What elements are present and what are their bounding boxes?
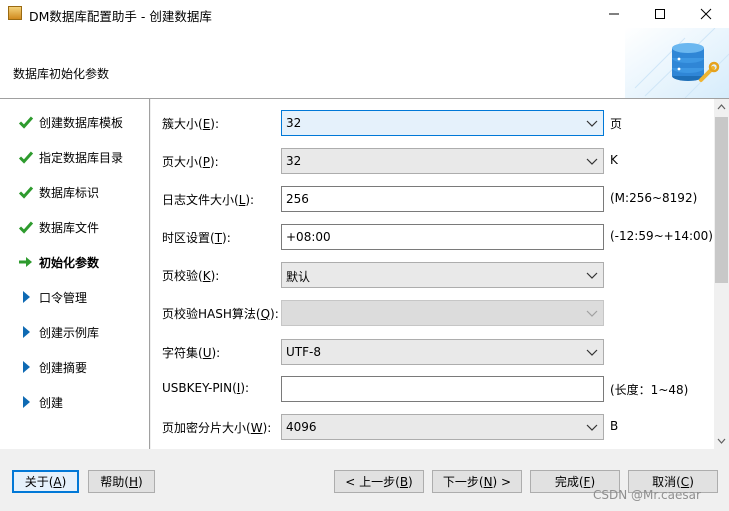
- step-label: 指定数据库目录: [39, 151, 124, 165]
- wizard-steps: 创建数据库模板 指定数据库目录 数据库标识 数据库文件 初始化参数 口令管理 创…: [0, 99, 150, 449]
- wizard-header: 数据库初始化参数: [0, 28, 729, 99]
- time-zone-label: 时区设置(T):: [162, 231, 231, 245]
- page-encrypt-slice-unit: B: [610, 419, 619, 433]
- step-label: 创建示例库: [39, 326, 100, 340]
- chevron-down-icon: [586, 120, 598, 127]
- usbkey-pin-input[interactable]: [281, 376, 604, 402]
- step-label: 创建数据库模板: [39, 116, 124, 130]
- chevron-down-icon: [586, 272, 598, 279]
- triangle-right-icon: [18, 359, 34, 375]
- row-charset: 字符集(U): UTF-8: [151, 339, 714, 365]
- page-encrypt-slice-label: 页加密分片大小(W):: [162, 421, 272, 435]
- help-button[interactable]: 帮助(H): [88, 470, 155, 493]
- row-page-check-hash: 页校验HASH算法(Q):: [151, 300, 714, 326]
- check-icon: [18, 219, 34, 235]
- step-label: 创建摘要: [39, 361, 88, 375]
- step-db-directory: 指定数据库目录: [0, 144, 149, 168]
- step-label: 数据库文件: [39, 221, 100, 235]
- arrow-right-icon: [18, 254, 34, 270]
- cluster-size-label: 簇大小(E):: [162, 117, 220, 131]
- check-icon: [18, 149, 34, 165]
- check-icon: [18, 184, 34, 200]
- scroll-up-button[interactable]: [714, 99, 729, 115]
- chevron-up-icon: [717, 104, 726, 110]
- triangle-right-icon: [18, 394, 34, 410]
- maximize-button[interactable]: [637, 0, 683, 28]
- chevron-down-icon: [586, 424, 598, 431]
- database-settings-icon: [625, 28, 729, 98]
- page-encrypt-slice-select[interactable]: 4096: [281, 414, 604, 440]
- triangle-right-icon: [18, 324, 34, 340]
- page-check-hash-label: 页校验HASH算法(Q):: [162, 307, 279, 321]
- step-db-identity: 数据库标识: [0, 179, 149, 203]
- chevron-down-icon: [586, 310, 598, 317]
- chevron-down-icon: [586, 158, 598, 165]
- close-button[interactable]: [683, 0, 729, 28]
- step-summary: 创建摘要: [0, 354, 149, 378]
- close-icon: [700, 8, 712, 20]
- step-create-template: 创建数据库模板: [0, 109, 149, 133]
- about-button[interactable]: 关于(A): [12, 470, 79, 493]
- charset-label: 字符集(U):: [162, 346, 221, 360]
- page-check-select[interactable]: 默认: [281, 262, 604, 288]
- log-file-size-label: 日志文件大小(L):: [162, 193, 255, 207]
- page-size-unit: K: [610, 153, 618, 167]
- back-button[interactable]: < 上一步(B): [334, 470, 424, 493]
- maximize-icon: [655, 9, 665, 19]
- form-scrollbar[interactable]: [714, 99, 729, 449]
- init-params-form: 簇大小(E): 32 页 页大小(P): 32 K 日志文件大小(L): 256…: [151, 99, 714, 449]
- log-file-size-range: (M:256~8192): [610, 191, 698, 205]
- title-bar: DM数据库配置助手 - 创建数据库: [0, 0, 729, 28]
- check-icon: [18, 114, 34, 130]
- step-db-files: 数据库文件: [0, 214, 149, 238]
- cluster-size-unit: 页: [610, 117, 623, 131]
- step-init-params: 初始化参数: [0, 249, 149, 273]
- charset-select[interactable]: UTF-8: [281, 339, 604, 365]
- page-size-select[interactable]: 32: [281, 148, 604, 174]
- chevron-down-icon: [717, 438, 726, 444]
- page-size-label: 页大小(P):: [162, 155, 219, 169]
- step-label: 初始化参数: [39, 256, 100, 270]
- window-title: DM数据库配置助手 - 创建数据库: [29, 9, 212, 24]
- row-cluster-size: 簇大小(E): 32 页: [151, 110, 714, 136]
- triangle-right-icon: [18, 289, 34, 305]
- minimize-icon: [609, 13, 619, 15]
- time-zone-range: (-12:59~+14:00): [610, 229, 713, 243]
- page-check-label: 页校验(K):: [162, 269, 220, 283]
- row-page-encrypt-slice: 页加密分片大小(W): 4096 B: [151, 414, 714, 440]
- step-sample-db: 创建示例库: [0, 319, 149, 343]
- cluster-size-select[interactable]: 32: [281, 110, 604, 136]
- scrollbar-thumb[interactable]: [715, 117, 728, 283]
- step-label: 数据库标识: [39, 186, 100, 200]
- row-log-file-size: 日志文件大小(L): 256 (M:256~8192): [151, 186, 714, 212]
- usbkey-pin-label: USBKEY-PIN(I):: [162, 381, 250, 395]
- row-usbkey-pin: USBKEY-PIN(I): (长度：1~48): [151, 376, 714, 402]
- page-check-hash-select: [281, 300, 604, 326]
- row-page-check: 页校验(K): 默认: [151, 262, 714, 288]
- page-title: 数据库初始化参数: [13, 67, 110, 81]
- usbkey-pin-range: (长度：1~48): [610, 383, 689, 397]
- row-time-zone: 时区设置(T): +08:00 (-12:59~+14:00): [151, 224, 714, 250]
- log-file-size-input[interactable]: 256: [281, 186, 604, 212]
- scroll-down-button[interactable]: [714, 433, 729, 449]
- step-label: 口令管理: [39, 291, 88, 305]
- next-button[interactable]: 下一步(N) >: [432, 470, 522, 493]
- app-icon: [8, 6, 22, 20]
- row-page-size: 页大小(P): 32 K: [151, 148, 714, 174]
- step-label: 创建: [39, 396, 64, 410]
- step-create: 创建: [0, 389, 149, 413]
- watermark-text: CSDN @Mr.caesar: [593, 488, 701, 502]
- time-zone-input[interactable]: +08:00: [281, 224, 604, 250]
- minimize-button[interactable]: [591, 0, 637, 28]
- step-password: 口令管理: [0, 284, 149, 308]
- chevron-down-icon: [586, 349, 598, 356]
